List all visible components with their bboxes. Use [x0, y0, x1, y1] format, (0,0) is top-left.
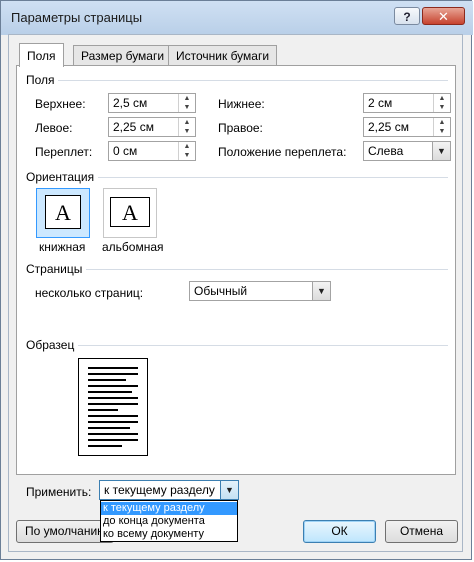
- tab-paper-size[interactable]: Размер бумаги: [73, 45, 173, 65]
- margins-group-header: Поля: [26, 73, 55, 87]
- window-title: Параметры страницы: [11, 10, 143, 25]
- page-preview: [78, 358, 148, 456]
- right-margin-spinner[interactable]: 2,25 см ▲ ▼: [363, 117, 451, 137]
- preview-text-line: [88, 433, 138, 435]
- cancel-button[interactable]: Отмена: [385, 520, 458, 543]
- orientation-group-header: Ориентация: [26, 170, 95, 184]
- spin-down-icon[interactable]: ▼: [179, 103, 195, 112]
- right-margin-value: 2,25 см: [368, 120, 409, 134]
- preview-text-line: [88, 379, 126, 381]
- apply-to-value: к текущему разделу: [104, 483, 215, 497]
- landscape-label: альбомная: [102, 240, 164, 254]
- landscape-page-icon: A: [110, 197, 150, 227]
- preview-text-line: [88, 445, 122, 447]
- left-margin-value: 2,25 см: [113, 120, 154, 134]
- spin-up-icon[interactable]: ▲: [434, 94, 450, 103]
- chevron-down-icon[interactable]: ▼: [312, 282, 330, 300]
- spin-up-icon[interactable]: ▲: [179, 94, 195, 103]
- margins-group-divider: [58, 80, 448, 81]
- apply-option-current-section[interactable]: к текущему разделу: [101, 502, 237, 515]
- preview-text-line: [88, 391, 132, 393]
- tab-paper-source[interactable]: Источник бумаги: [168, 45, 278, 65]
- gutter-position-select[interactable]: Слева ▼: [363, 141, 451, 161]
- apply-to-label: Применить:: [26, 485, 92, 499]
- apply-to-select[interactable]: к текущему разделу ▼: [99, 480, 239, 500]
- portrait-page-icon: A: [45, 195, 81, 229]
- title-bar: Параметры страницы ? ✕: [1, 1, 473, 35]
- apply-to-dropdown-list: к текущему разделу до конца документа ко…: [100, 500, 238, 542]
- apply-option-whole-document[interactable]: ко всему документу: [101, 528, 237, 541]
- preview-group-header: Образец: [26, 338, 75, 352]
- preview-text-line: [88, 397, 138, 399]
- preview-text-line: [88, 415, 138, 417]
- portrait-label: книжная: [39, 240, 86, 254]
- gutter-spinner[interactable]: 0 см ▲ ▼: [108, 141, 196, 161]
- spin-down-icon[interactable]: ▼: [179, 151, 195, 160]
- preview-text-line: [88, 385, 138, 387]
- bottom-margin-spinner[interactable]: 2 см ▲ ▼: [363, 93, 451, 113]
- spin-up-icon[interactable]: ▲: [179, 142, 195, 151]
- preview-group-divider: [78, 345, 448, 346]
- spin-down-icon[interactable]: ▼: [434, 103, 450, 112]
- bottom-margin-label: Нижнее:: [218, 97, 265, 111]
- spin-down-icon[interactable]: ▼: [179, 127, 195, 136]
- pages-group-divider: [86, 269, 448, 270]
- chevron-down-icon[interactable]: ▼: [220, 481, 238, 499]
- top-margin-value: 2,5 см: [113, 96, 148, 110]
- left-margin-spinner[interactable]: 2,25 см ▲ ▼: [108, 117, 196, 137]
- pages-group-header: Страницы: [26, 262, 83, 276]
- top-margin-label: Верхнее:: [35, 97, 86, 111]
- top-margin-spinner[interactable]: 2,5 см ▲ ▼: [108, 93, 196, 113]
- orientation-group-divider: [98, 177, 448, 178]
- multiple-pages-value: Обычный: [194, 284, 248, 298]
- spin-down-icon[interactable]: ▼: [434, 127, 450, 136]
- ok-button[interactable]: ОК: [303, 520, 376, 543]
- preview-text-line: [88, 403, 138, 405]
- preview-text-line: [88, 421, 138, 423]
- spin-up-icon[interactable]: ▲: [179, 118, 195, 127]
- preview-text-line: [88, 373, 138, 375]
- gutter-position-label: Положение переплета:: [218, 145, 347, 159]
- preview-text-line: [88, 427, 130, 429]
- right-margin-label: Правое:: [218, 121, 263, 135]
- apply-option-to-end[interactable]: до конца документа: [101, 515, 237, 528]
- chevron-down-icon[interactable]: ▼: [432, 142, 450, 160]
- gutter-value: 0 см: [113, 144, 138, 158]
- close-button[interactable]: ✕: [422, 7, 465, 25]
- gutter-label: Переплет:: [35, 145, 93, 159]
- multiple-pages-select[interactable]: Обычный ▼: [189, 281, 331, 301]
- portrait-orientation-button[interactable]: A: [36, 188, 90, 238]
- tab-margins[interactable]: Поля: [19, 43, 64, 67]
- multiple-pages-label: несколько страниц:: [35, 286, 144, 300]
- landscape-orientation-button[interactable]: A: [103, 188, 157, 238]
- preview-text-line: [88, 409, 118, 411]
- preview-text-line: [88, 367, 138, 369]
- bottom-margin-value: 2 см: [368, 96, 393, 110]
- preview-text-line: [88, 439, 138, 441]
- help-button[interactable]: ?: [394, 7, 420, 25]
- gutter-position-value: Слева: [368, 144, 404, 158]
- spin-up-icon[interactable]: ▲: [434, 118, 450, 127]
- left-margin-label: Левое:: [35, 121, 73, 135]
